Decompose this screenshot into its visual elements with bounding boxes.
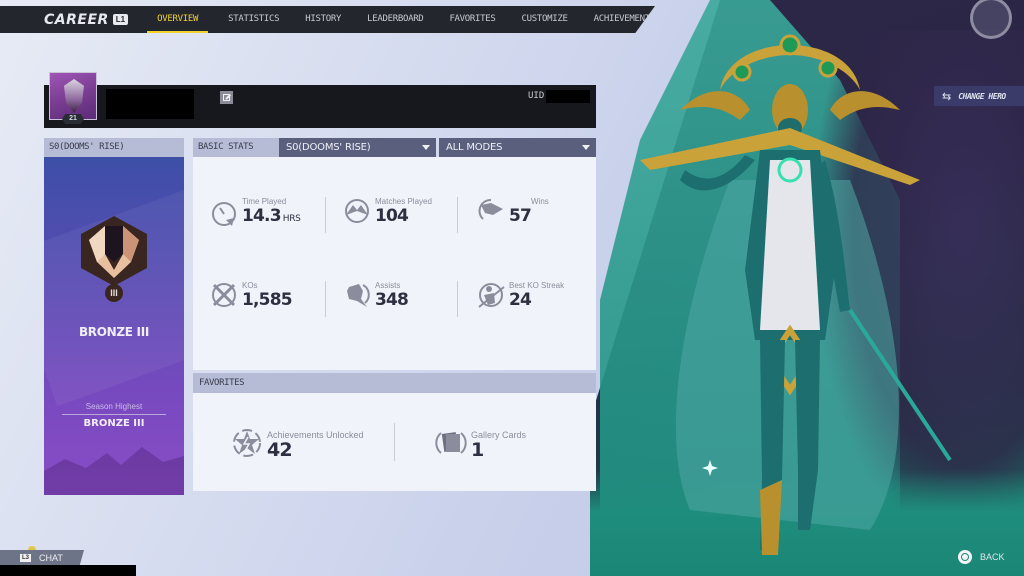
- chat-redacted: [0, 565, 136, 576]
- l1-key-hint: L1: [112, 14, 129, 25]
- back-button[interactable]: BACK: [958, 550, 1005, 564]
- mode-dropdown[interactable]: ALL MODES: [439, 138, 596, 157]
- avatar-portrait: [64, 79, 84, 113]
- season-dropdown-value: S0(DOOMS' RISE): [286, 142, 371, 153]
- tab-statistics[interactable]: STATISTICS: [228, 6, 279, 33]
- change-hero-label: CHANGE HERO: [958, 91, 1006, 101]
- stat-label: KOs: [242, 281, 258, 290]
- stat-time-played: Time Played 14.3 HRS: [210, 197, 301, 228]
- bronze-rank-emblem-icon: [81, 216, 147, 286]
- player-name-redacted: [106, 89, 194, 119]
- stat-kos: KOs 1,585: [210, 281, 293, 310]
- basic-stats-panel: Time Played 14.3 HRS Matches Played 104 W…: [193, 157, 596, 370]
- mountain-icon: [345, 199, 369, 223]
- stat-value: 57: [509, 206, 532, 226]
- rank-card: III BRONZE III Season Highest BRONZE III: [44, 157, 184, 495]
- nav-divider: [133, 6, 144, 33]
- tab-customize[interactable]: CUSTOMIZE: [522, 6, 568, 33]
- basic-stats-header: BASIC STATS S0(DOOMS' RISE) ALL MODES: [193, 138, 596, 157]
- crossed-swords-icon: [212, 283, 236, 307]
- season-highest-label: Season Highest: [85, 402, 143, 411]
- tab-favorites[interactable]: FAVORITES: [449, 6, 495, 33]
- tab-history[interactable]: HISTORY: [305, 6, 341, 33]
- stat-divider: [457, 281, 458, 317]
- stat-label: Matches Played: [375, 197, 432, 206]
- avatar[interactable]: [49, 72, 97, 120]
- stat-value: 104: [375, 206, 409, 226]
- favorites-title: FAVORITES: [193, 373, 596, 393]
- uid-value-redacted: [546, 90, 590, 103]
- stat-value: 14.3: [242, 206, 282, 226]
- stat-divider: [325, 281, 326, 317]
- flag-icon: [478, 198, 503, 220]
- stat-label: Best KO Streak: [509, 281, 565, 290]
- stat-divider: [457, 197, 458, 233]
- rank-card-skyline: [44, 447, 184, 495]
- season-dropdown[interactable]: S0(DOOMS' RISE): [279, 138, 436, 157]
- cards-icon: [435, 432, 467, 454]
- stat-value: 1,585: [242, 290, 293, 310]
- stat-best-ko-streak: Best KO Streak 24: [477, 281, 564, 309]
- star-badge-icon: [233, 429, 261, 457]
- nav-divider: [208, 6, 219, 33]
- back-label: BACK: [980, 552, 1005, 562]
- streak-icon: [478, 283, 505, 308]
- fav-achievements-unlocked: Achievements Unlocked 42: [231, 427, 364, 461]
- level-badge: 21: [62, 114, 84, 124]
- rank-tier: III: [105, 284, 123, 302]
- season-highest-rank: BRONZE III: [83, 418, 145, 429]
- mode-dropdown-value: ALL MODES: [446, 142, 503, 153]
- chevron-down-icon: [582, 145, 590, 150]
- circle-button-icon: [958, 550, 972, 564]
- stopwatch-icon: [212, 202, 236, 226]
- fav-value: 1: [471, 439, 484, 461]
- change-hero-button[interactable]: ⇆ CHANGE HERO: [934, 86, 1024, 106]
- stat-value: 348: [375, 290, 409, 310]
- tab-overview[interactable]: OVERVIEW: [147, 6, 209, 33]
- basic-stats-title: BASIC STATS: [193, 138, 279, 157]
- season-divider: [62, 414, 166, 415]
- favorites-panel: Achievements Unlocked 42 Gallery Cards 1: [193, 393, 596, 491]
- stat-label: Assists: [375, 281, 401, 290]
- fav-gallery-cards: Gallery Cards 1: [435, 427, 526, 461]
- tab-leaderboard[interactable]: LEADERBOARD: [367, 6, 424, 33]
- fav-divider: [394, 423, 395, 461]
- hero-character-model: [640, 34, 952, 555]
- stat-wins: Wins 57: [477, 197, 549, 225]
- fist-icon: [347, 284, 370, 307]
- stat-assists: Assists 348: [343, 281, 409, 310]
- edit-name-button[interactable]: [220, 91, 233, 104]
- rank-name: BRONZE III: [78, 325, 150, 339]
- chat-label: CHAT: [39, 552, 63, 563]
- stat-label: Time Played: [242, 197, 287, 206]
- stat-label: Wins: [531, 197, 549, 206]
- stat-value: 24: [509, 290, 532, 310]
- fav-value: 42: [267, 439, 293, 461]
- chat-button[interactable]: L3 CHAT: [0, 550, 84, 565]
- chevron-down-icon: [422, 145, 430, 150]
- stat-divider: [325, 197, 326, 233]
- stat-unit: HRS: [282, 214, 301, 224]
- chat-indicator-icon: [28, 546, 36, 550]
- stat-matches-played: Matches Played 104: [343, 197, 432, 225]
- swap-icon: ⇆: [942, 90, 952, 103]
- l3-key-hint: L3: [20, 553, 32, 562]
- page-title: CAREER: [44, 11, 109, 28]
- edit-icon: [223, 94, 230, 101]
- rank-season-label: S0(DOOMS' RISE): [44, 138, 184, 157]
- top-nav: CAREER L1 OVERVIEW STATISTICS HISTORY LE…: [0, 6, 655, 33]
